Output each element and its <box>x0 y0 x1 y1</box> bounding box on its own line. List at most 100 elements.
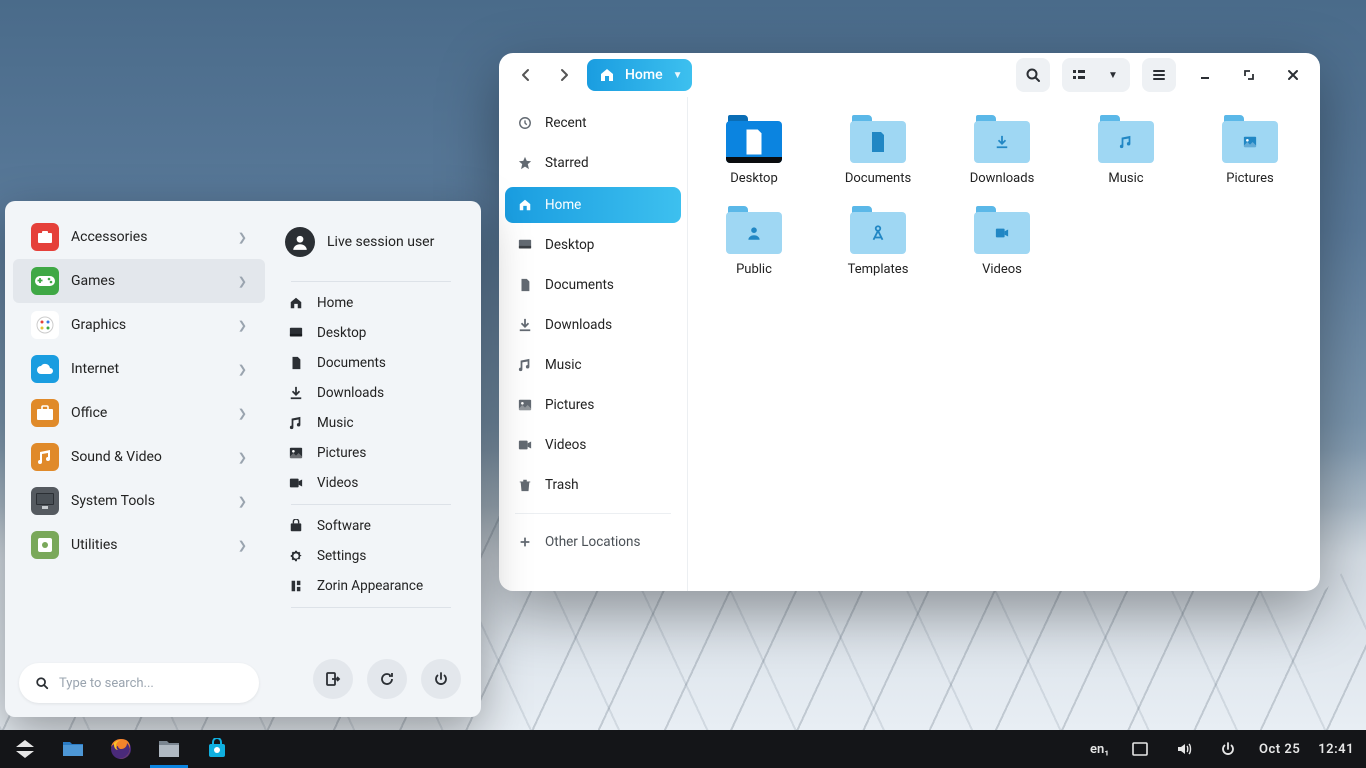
folder-videos[interactable]: Videos <box>940 206 1064 277</box>
sidebar-item-starred[interactable]: Starred <box>505 145 681 181</box>
place-label: Downloads <box>317 385 384 401</box>
nav-forward-button[interactable] <box>549 60 579 90</box>
sidebar-item-desktop[interactable]: Desktop <box>505 227 681 263</box>
category-sound-video[interactable]: Sound & Video❯ <box>13 435 265 479</box>
video-icon <box>517 438 533 452</box>
file-manager-sidebar: Recent Starred Home Desktop Documents Downloa… <box>499 97 688 591</box>
start-menu: Accessories❯Games❯Graphics❯Internet❯Offi… <box>5 201 481 717</box>
sidebar-item-label: Recent <box>545 115 587 131</box>
divider <box>291 607 451 608</box>
taskbar-date[interactable]: Oct 25 <box>1259 742 1300 757</box>
category-accessories[interactable]: Accessories❯ <box>13 215 265 259</box>
taskbar-files-active[interactable] <box>156 736 182 762</box>
minimize-button[interactable] <box>1190 60 1220 90</box>
folder-icon <box>850 115 906 163</box>
sidebar-item-label: Music <box>545 357 582 373</box>
taskbar-software-store[interactable] <box>204 736 230 762</box>
power-indicator[interactable] <box>1215 736 1241 762</box>
chevron-right-icon: ❯ <box>238 451 247 464</box>
keyboard-layout-indicator[interactable]: en₁ <box>1090 742 1109 757</box>
sidebar-item-videos[interactable]: Videos <box>505 427 681 463</box>
chevron-right-icon: ❯ <box>238 539 247 552</box>
home-icon <box>517 198 533 212</box>
volume-indicator[interactable] <box>1171 736 1197 762</box>
power-button[interactable] <box>421 659 461 699</box>
folder-downloads[interactable]: Downloads <box>940 115 1064 186</box>
place-videos[interactable]: Videos <box>281 468 461 498</box>
search-placeholder: Type to search... <box>59 676 154 691</box>
taskbar-files-secondary[interactable] <box>60 736 86 762</box>
hamburger-menu-button[interactable] <box>1142 58 1176 92</box>
folder-label: Pictures <box>1226 171 1273 186</box>
folder-pictures[interactable]: Pictures <box>1188 115 1312 186</box>
search-button[interactable] <box>1016 58 1050 92</box>
sidebar-item-label: Pictures <box>545 397 594 413</box>
category-graphics[interactable]: Graphics❯ <box>13 303 265 347</box>
category-label: Office <box>71 405 107 421</box>
place-home[interactable]: Home <box>281 288 461 318</box>
folder-label: Templates <box>848 262 909 277</box>
place-pictures[interactable]: Pictures <box>281 438 461 468</box>
logout-button[interactable] <box>313 659 353 699</box>
workspace-indicator[interactable] <box>1127 736 1153 762</box>
place-label: Home <box>317 295 353 311</box>
category-system-tools[interactable]: System Tools❯ <box>13 479 265 523</box>
category-internet[interactable]: Internet❯ <box>13 347 265 391</box>
place-desktop[interactable]: Desktop <box>281 318 461 348</box>
sidebar-item-label: Starred <box>545 155 589 171</box>
sidebar-item-pictures[interactable]: Pictures <box>505 387 681 423</box>
taskbar-firefox[interactable] <box>108 736 134 762</box>
folder-icon <box>974 115 1030 163</box>
folder-desktop[interactable]: Desktop <box>692 115 816 186</box>
taskbar-time[interactable]: 12:41 <box>1318 742 1354 757</box>
sidebar-item-label: Documents <box>545 277 614 293</box>
home-icon <box>287 296 305 310</box>
sidebar-item-home[interactable]: Home <box>505 187 681 223</box>
place-music[interactable]: Music <box>281 408 461 438</box>
category-office[interactable]: Office❯ <box>13 391 265 435</box>
start-menu-search-input[interactable]: Type to search... <box>19 663 259 703</box>
path-bar-home[interactable]: Home ▼ <box>587 59 692 91</box>
sidebar-item-music[interactable]: Music <box>505 347 681 383</box>
folder-templates[interactable]: Templates <box>816 206 940 277</box>
start-button[interactable] <box>12 736 38 762</box>
close-button[interactable] <box>1278 60 1308 90</box>
chevron-right-icon: ❯ <box>238 495 247 508</box>
folder-public[interactable]: Public <box>692 206 816 277</box>
view-dropdown-button[interactable]: ▼ <box>1096 58 1130 92</box>
view-list-button[interactable] <box>1062 58 1096 92</box>
gamepad-icon <box>31 267 59 295</box>
app-settings[interactable]: Settings <box>281 541 461 571</box>
nav-back-button[interactable] <box>511 60 541 90</box>
restart-button[interactable] <box>367 659 407 699</box>
place-documents[interactable]: Documents <box>281 348 461 378</box>
taskbar: en₁ Oct 25 12:41 <box>0 730 1366 768</box>
palette-icon <box>31 311 59 339</box>
sidebar-item-label: Trash <box>545 477 579 493</box>
sidebar-item-trash[interactable]: Trash <box>505 467 681 503</box>
desktop-icon <box>287 326 305 340</box>
sidebar-item-other-locations[interactable]: Other Locations <box>505 524 681 560</box>
maximize-button[interactable] <box>1234 60 1264 90</box>
chevron-right-icon: ❯ <box>238 231 247 244</box>
folder-label: Desktop <box>730 171 778 186</box>
folder-music[interactable]: Music <box>1064 115 1188 186</box>
music-icon <box>287 416 305 430</box>
chevron-down-icon: ▼ <box>673 70 683 81</box>
sidebar-item-documents[interactable]: Documents <box>505 267 681 303</box>
app-software[interactable]: Software <box>281 511 461 541</box>
category-label: Utilities <box>71 537 118 553</box>
user-row[interactable]: Live session user <box>281 219 461 275</box>
category-utilities[interactable]: Utilities ❯ <box>13 523 265 567</box>
divider <box>515 513 671 514</box>
sidebar-item-downloads[interactable]: Downloads <box>505 307 681 343</box>
file-manager-headerbar: Home ▼ ▼ <box>499 53 1320 97</box>
category-games[interactable]: Games❯ <box>13 259 265 303</box>
sidebar-item-recent[interactable]: Recent <box>505 105 681 141</box>
file-manager-content[interactable]: Desktop DocumentsDownloadsMusic Pictures Pu… <box>688 97 1320 591</box>
folder-documents[interactable]: Documents <box>816 115 940 186</box>
app-zorin-appearance[interactable]: Zorin Appearance <box>281 571 461 601</box>
music-icon <box>517 358 533 372</box>
category-label: Graphics <box>71 317 126 333</box>
place-downloads[interactable]: Downloads <box>281 378 461 408</box>
